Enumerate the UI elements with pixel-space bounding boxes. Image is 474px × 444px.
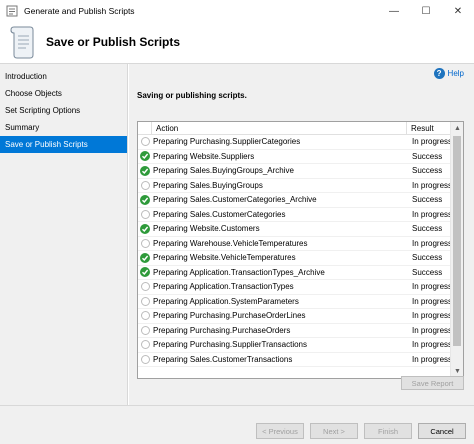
table-row[interactable]: Preparing Website.Customers Success <box>138 222 463 237</box>
action-cell: Preparing Sales.BuyingGroups_Archive <box>153 166 294 176</box>
save-report-button[interactable]: Save Report <box>401 376 464 390</box>
progress-grid: Action Result Preparing Purchasing.Suppl… <box>137 121 464 379</box>
table-row[interactable]: Preparing Application.TransactionTypes In… <box>138 280 463 295</box>
previous-button[interactable]: < Previous <box>256 423 304 439</box>
action-cell: Preparing Purchasing.SupplierTransaction… <box>153 340 308 350</box>
success-check-icon <box>138 193 152 207</box>
success-check-icon <box>138 251 152 265</box>
wizard-header: Save or Publish Scripts <box>0 22 474 64</box>
sidebar-item-summary[interactable]: Summary <box>0 119 127 136</box>
grid-rows: Preparing Purchasing.SupplierCategories I… <box>138 135 463 367</box>
table-row[interactable]: Preparing Website.Suppliers Success <box>138 149 463 164</box>
help-link[interactable]: ? Help <box>433 68 464 79</box>
scroll-thumb[interactable] <box>453 136 461 346</box>
in-progress-icon <box>138 280 152 294</box>
action-cell: Preparing Purchasing.SupplierCategories <box>153 137 301 147</box>
table-row[interactable]: Preparing Sales.CustomerCategories In pro… <box>138 207 463 222</box>
action-cell: Preparing Application.SystemParameters <box>153 296 299 306</box>
finish-button[interactable]: Finish <box>364 423 412 439</box>
grid-header: Action Result <box>138 122 463 135</box>
status-column-header <box>138 122 152 134</box>
page-title: Save or Publish Scripts <box>46 35 181 49</box>
table-row[interactable]: Preparing Application.TransactionTypes_A… <box>138 265 463 280</box>
success-check-icon <box>138 265 152 279</box>
action-cell: Preparing Sales.BuyingGroups <box>153 180 263 190</box>
in-progress-icon <box>138 236 152 250</box>
script-scroll-icon <box>10 26 34 59</box>
action-cell: Preparing Application.TransactionTypes <box>153 282 294 292</box>
minimize-button[interactable]: — <box>378 0 410 22</box>
table-row[interactable]: Preparing Purchasing.SupplierCategories I… <box>138 135 463 150</box>
in-progress-icon <box>138 135 152 149</box>
action-cell: Preparing Sales.CustomerCategories_Archi… <box>153 195 317 205</box>
action-cell: Preparing Purchasing.PurchaseOrders <box>153 325 291 335</box>
in-progress-icon <box>138 178 152 192</box>
app-icon <box>6 5 18 17</box>
help-label: Help <box>447 69 464 78</box>
next-button[interactable]: Next > <box>310 423 358 439</box>
action-cell: Preparing Sales.CustomerTransactions <box>153 354 293 364</box>
scroll-up-arrow-icon[interactable]: ▲ <box>451 122 463 135</box>
sidebar-item-save-or-publish-scripts[interactable]: Save or Publish Scripts <box>0 136 127 153</box>
success-check-icon <box>138 164 152 178</box>
action-cell: Preparing Sales.CustomerCategories <box>153 209 286 219</box>
in-progress-icon <box>138 323 152 337</box>
action-cell: Preparing Website.VehicleTemperatures <box>153 253 296 263</box>
close-button[interactable]: ✕ <box>442 0 474 22</box>
window-title: Generate and Publish Scripts <box>24 6 135 16</box>
status-subtitle: Saving or publishing scripts. <box>137 91 247 100</box>
help-icon: ? <box>433 68 445 79</box>
action-cell: Preparing Website.Customers <box>153 224 260 234</box>
in-progress-icon <box>138 294 152 308</box>
table-row[interactable]: Preparing Website.VehicleTemperatures Suc… <box>138 251 463 266</box>
success-check-icon <box>138 149 152 163</box>
in-progress-icon <box>138 309 152 323</box>
in-progress-icon <box>138 207 152 221</box>
action-column-header[interactable]: Action <box>152 122 407 134</box>
table-row[interactable]: Preparing Sales.BuyingGroups_Archive Succ… <box>138 164 463 179</box>
cancel-button[interactable]: Cancel <box>418 423 466 439</box>
table-row[interactable]: Preparing Purchasing.PurchaseOrderLines I… <box>138 309 463 324</box>
table-row[interactable]: Preparing Warehouse.VehicleTemperatures I… <box>138 236 463 251</box>
vertical-scrollbar[interactable]: ▲ ▼ <box>450 122 463 378</box>
success-check-icon <box>138 222 152 236</box>
table-row[interactable]: Preparing Purchasing.SupplierTransaction… <box>138 338 463 353</box>
action-cell: Preparing Purchasing.PurchaseOrderLines <box>153 311 306 321</box>
title-bar: Generate and Publish Scripts — ☐ ✕ <box>0 0 474 22</box>
sidebar-item-set-scripting-options[interactable]: Set Scripting Options <box>0 102 127 119</box>
action-cell: Preparing Website.Suppliers <box>153 151 255 161</box>
action-cell: Preparing Application.TransactionTypes_A… <box>153 267 325 277</box>
sidebar-item-choose-objects[interactable]: Choose Objects <box>0 85 127 102</box>
action-cell: Preparing Warehouse.VehicleTemperatures <box>153 238 308 248</box>
table-row[interactable]: Preparing Sales.CustomerTransactions In p… <box>138 352 463 367</box>
wizard-steps-sidebar: Introduction Choose Objects Set Scriptin… <box>0 64 128 405</box>
table-row[interactable]: Preparing Purchasing.PurchaseOrders In pr… <box>138 323 463 338</box>
sidebar-item-introduction[interactable]: Introduction <box>0 68 127 85</box>
table-row[interactable]: Preparing Sales.BuyingGroups In progress <box>138 178 463 193</box>
table-row[interactable]: Preparing Application.SystemParameters In… <box>138 294 463 309</box>
maximize-button[interactable]: ☐ <box>410 0 442 22</box>
wizard-footer: < Previous Next > Finish Cancel <box>0 405 474 444</box>
in-progress-icon <box>138 352 152 366</box>
in-progress-icon <box>138 338 152 352</box>
table-row[interactable]: Preparing Sales.CustomerCategories_Archi… <box>138 193 463 208</box>
main-content: ? Help Saving or publishing scripts. Act… <box>129 64 474 405</box>
